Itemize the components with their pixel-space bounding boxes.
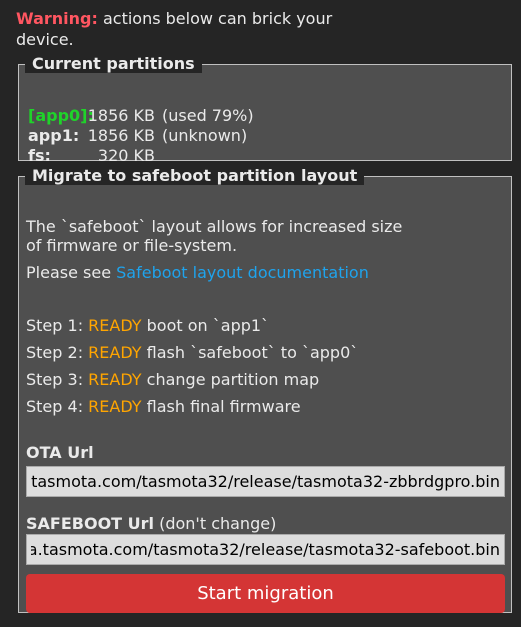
warning-message: Warning: actions below can brick your de… xyxy=(16,8,376,50)
step-text: flash `safeboot` to `app0` xyxy=(141,343,359,362)
step-text: flash final firmware xyxy=(141,397,301,416)
migration-description-line2: of firmware or file-system. xyxy=(26,236,238,255)
documentation-prefix: Please see xyxy=(26,263,117,282)
step-4: Step 4: READY flash final firmware xyxy=(26,397,301,417)
partition-name: [app0] xyxy=(28,106,88,125)
step-status: READY xyxy=(88,370,142,389)
partition-size: 320 KB xyxy=(97,146,155,165)
partition-separator: : xyxy=(44,146,51,165)
partition-note: (used 79%) xyxy=(162,106,254,125)
step-prefix: Step 1: xyxy=(26,316,89,335)
step-prefix: Step 3: xyxy=(26,370,89,389)
partition-row-app1: app1: 1856 KB (unknown) xyxy=(28,126,247,146)
partition-note: (unknown) xyxy=(162,126,248,145)
step-2: Step 2: READY flash `safeboot` to `app0` xyxy=(26,343,358,363)
migration-panel: Migrate to safeboot partition layout The… xyxy=(18,167,512,613)
safeboot-url-label-line: SAFEBOOT Url (don't change) xyxy=(26,514,276,534)
partition-row-app0: [app0]:1856 KB (used 79%) xyxy=(28,106,254,126)
partition-name: app1 xyxy=(28,126,73,145)
partition-size: 1856 KB xyxy=(87,106,155,125)
step-1: Step 1: READY boot on `app1` xyxy=(26,316,269,336)
warning-label: Warning: xyxy=(16,9,98,28)
step-text: boot on `app1` xyxy=(141,316,270,335)
current-partitions-legend: Current partitions xyxy=(25,55,202,73)
ota-url-input[interactable] xyxy=(26,466,505,497)
safeboot-url-label: SAFEBOOT Url xyxy=(26,514,155,533)
step-status: READY xyxy=(88,343,142,362)
documentation-line: Please see Safeboot layout documentation xyxy=(26,263,369,283)
ota-url-label: OTA Url xyxy=(26,443,94,462)
step-prefix: Step 2: xyxy=(26,343,89,362)
step-status: READY xyxy=(88,316,142,335)
partition-size: 1856 KB xyxy=(87,126,155,145)
safeboot-url-note: (don't change) xyxy=(154,514,277,533)
partition-name: fs xyxy=(28,146,45,165)
partition-separator: : xyxy=(72,126,80,145)
current-partitions-panel: Current partitions [app0]:1856 KB (used 7… xyxy=(18,55,512,165)
partition-row-fs: fs: 320 KB xyxy=(28,146,162,166)
start-migration-button[interactable]: Start migration xyxy=(26,574,505,613)
step-3: Step 3: READY change partition map xyxy=(26,370,319,390)
step-prefix: Step 4: xyxy=(26,397,89,416)
migration-legend: Migrate to safeboot partition layout xyxy=(25,167,365,185)
migration-description-line1: The `safeboot` layout allows for increas… xyxy=(26,217,403,236)
step-status: READY xyxy=(88,397,142,416)
safeboot-documentation-link[interactable]: Safeboot layout documentation xyxy=(116,263,369,282)
safeboot-url-input[interactable] xyxy=(26,534,505,565)
step-text: change partition map xyxy=(141,370,320,389)
